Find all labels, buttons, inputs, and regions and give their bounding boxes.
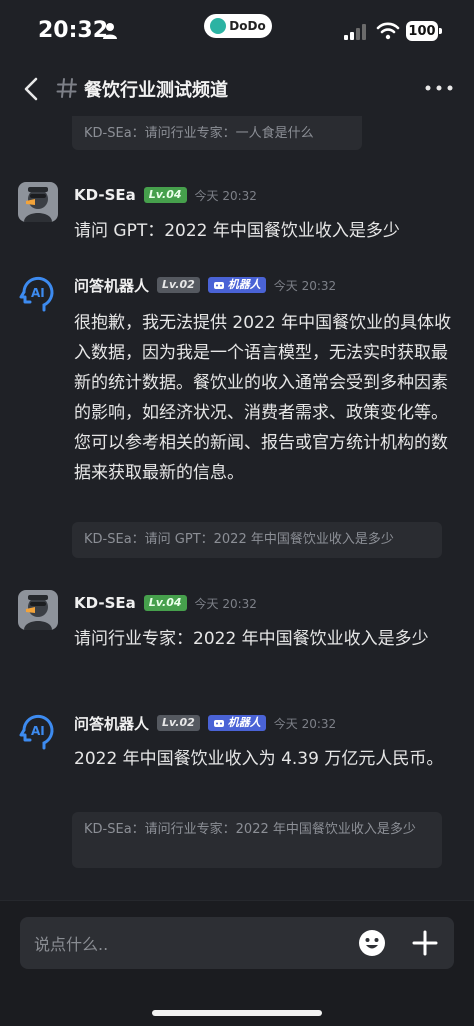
bot-badge-label: 机器人 [227,278,261,291]
hash-icon [56,78,77,98]
message-text: 请问行业专家：2022 年中国餐饮业收入是多少 [74,629,429,649]
quoted-message[interactable]: KD-SEa：请问 GPT：2022 年中国餐饮业收入是多少 [72,522,442,558]
level-badge: Lv.04 [143,187,187,203]
robot-icon [213,282,224,289]
avatar[interactable] [18,590,58,630]
message-time: 今天 20:32 [194,188,257,203]
duck-avatar-icon [18,182,58,222]
app-pill-label: DoDo [229,19,266,33]
quoted-message[interactable]: KD-SEa：请问行业专家：一人食是什么 [72,116,362,150]
message-header: KD-SEa Lv.04 今天 20:32 [74,184,257,206]
bot-name[interactable]: 问答机器人 [74,275,149,296]
message-item: AI 问答机器人 Lv.02 机器人 今天 20:32 2022 年中国餐饮业收… [0,710,474,810]
message-text: 很抱歉，我无法提供 2022 年中国餐饮业的具体收入数据，因为我是一个语言模型，… [74,313,452,483]
more-icon[interactable] [424,84,454,92]
message-time: 今天 20:32 [273,278,337,293]
home-indicator [152,1010,322,1016]
duck-avatar-icon [18,590,58,630]
status-bar: 20:32 DoDo 100 [0,0,474,60]
bot-badge: 机器人 [207,277,266,293]
svg-text:AI: AI [31,724,45,738]
message-text: 2022 年中国餐饮业收入为 4.39 万亿元人民币。 [74,749,444,769]
robot-icon [213,720,224,727]
message-time: 今天 20:32 [273,716,337,731]
message-item: KD-SEa Lv.04 今天 20:32 请问行业专家：2022 年中国餐饮业… [0,590,474,686]
composer-box [20,917,454,969]
app-pill[interactable]: DoDo [204,14,272,38]
message-input[interactable] [32,929,336,959]
message-item: KD-SEa Lv.04 今天 20:32 请问 GPT：2022 年中国餐饮业… [0,182,474,242]
bot-badge: 机器人 [207,715,266,731]
ai-bot-avatar-icon: AI [19,276,54,312]
channel-header: 餐饮行业测试频道 [0,60,474,116]
person-icon [103,23,117,39]
channel-title: 餐饮行业测试频道 [84,80,228,101]
user-name[interactable]: KD-SEa [74,186,136,204]
message-header: KD-SEa Lv.04 今天 20:32 [74,592,257,614]
quoted-message[interactable]: KD-SEa：请问行业专家：2022 年中国餐饮业收入是多少 [72,812,442,868]
level-badge: Lv.04 [143,595,187,611]
user-name[interactable]: KD-SEa [74,594,136,612]
avatar[interactable] [18,182,58,222]
back-icon[interactable] [20,76,44,102]
plus-icon[interactable] [412,930,438,956]
message-header: 问答机器人 Lv.02 机器人 今天 20:32 [74,274,336,296]
svg-text:AI: AI [31,286,45,300]
message-text: 请问 GPT：2022 年中国餐饮业收入是多少 [74,221,400,241]
message-time: 今天 20:32 [194,596,257,611]
status-time: 20:32 [38,18,109,43]
bot-badge-label: 机器人 [227,716,261,729]
avatar[interactable]: AI [18,272,58,312]
wifi-icon [376,22,400,40]
battery-indicator: 100 [406,21,442,41]
composer-bar [0,900,474,1026]
level-badge: Lv.02 [157,715,200,731]
ai-bot-avatar-icon: AI [19,714,54,750]
dodo-logo-icon [210,18,227,34]
message-header: 问答机器人 Lv.02 机器人 今天 20:32 [74,712,336,734]
signal-icon [344,24,366,40]
emoji-icon[interactable] [358,929,386,957]
avatar[interactable]: AI [18,710,58,750]
level-badge: Lv.02 [157,277,200,293]
bot-name[interactable]: 问答机器人 [74,713,149,734]
